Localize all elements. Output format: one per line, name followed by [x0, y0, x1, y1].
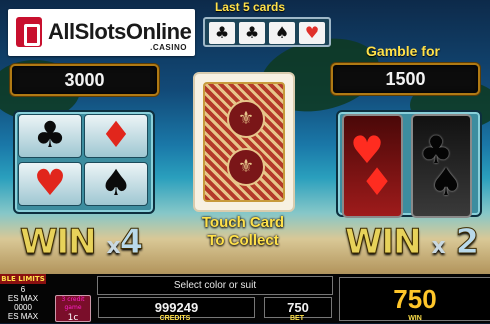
- history-card-club-icon: ♣: [209, 22, 235, 44]
- times-sign: x: [431, 234, 445, 259]
- logo-emblem-icon: [16, 17, 42, 47]
- logo-subtext: .CASINO: [150, 43, 187, 52]
- win-label: WIN: [408, 315, 422, 322]
- history-card-heart-icon: ♥: [299, 22, 325, 44]
- multiplier-value: 4: [119, 222, 144, 263]
- face-down-card[interactable]: ⚜ ⚜: [193, 72, 295, 212]
- spade-icon: ♠: [429, 160, 464, 204]
- black-color-button[interactable]: ♣ ♠: [411, 114, 472, 218]
- touch-to-collect-text: Touch Card To Collect: [188, 214, 298, 250]
- gamble-amount-display: 1500: [331, 63, 480, 95]
- limits-line: ES MAX: [7, 312, 39, 321]
- card-back-pattern: ⚜ ⚜: [203, 82, 285, 202]
- suit-diamonds-button[interactable]: ♦: [84, 114, 148, 158]
- site-logo: AllSlotsOnline .CASINO: [8, 9, 195, 56]
- fleur-de-lis-icon: ⚜: [227, 100, 265, 138]
- current-win-display: 3000: [10, 64, 159, 96]
- last-cards-history: ♣ ♣ ♠ ♥: [203, 17, 331, 47]
- touch-line-1: Touch Card: [201, 214, 285, 231]
- suit-clubs-button[interactable]: ♣: [18, 114, 82, 158]
- win-word: WIN: [20, 222, 98, 263]
- suit-hearts-button[interactable]: ♥: [18, 162, 82, 206]
- diamond-icon: ♦: [360, 160, 395, 204]
- credits-label: CREDITS: [159, 315, 191, 322]
- limits-line: ES MAX: [7, 294, 39, 303]
- gamble-for-title: Gamble for: [366, 43, 440, 59]
- gamble-limits-title: BLE LIMITS: [0, 274, 46, 284]
- limits-line: 6: [20, 285, 26, 294]
- last-cards-title: Last 5 cards: [214, 0, 286, 14]
- fleur-de-lis-icon: ⚜: [227, 148, 265, 186]
- times-sign: x: [106, 234, 120, 259]
- credit-game-value: 1c: [67, 313, 79, 323]
- touch-line-2: To Collect: [207, 232, 279, 249]
- multiplier-value: 2: [455, 222, 480, 263]
- color-win-multiplier: WIN x 2: [345, 222, 480, 263]
- status-message: Select color or suit: [97, 276, 333, 295]
- limits-line: 0000: [14, 303, 32, 312]
- logo-text: AllSlotsOnline: [48, 19, 192, 44]
- history-card-club-icon: ♣: [239, 22, 265, 44]
- suit-win-multiplier: WIN x4: [20, 222, 144, 263]
- gamble-limits-panel: 6 ES MAX 0000 ES MAX: [0, 285, 46, 321]
- red-color-button[interactable]: ♥ ♦: [342, 114, 403, 218]
- credit-game-button[interactable]: 3 credit game 1c: [55, 295, 91, 323]
- suit-spades-button[interactable]: ♠: [84, 162, 148, 206]
- bet-label: BET: [290, 315, 304, 322]
- win-word: WIN: [345, 222, 423, 263]
- history-card-spade-icon: ♠: [269, 22, 295, 44]
- credit-game-label: 3 credit game: [61, 296, 85, 311]
